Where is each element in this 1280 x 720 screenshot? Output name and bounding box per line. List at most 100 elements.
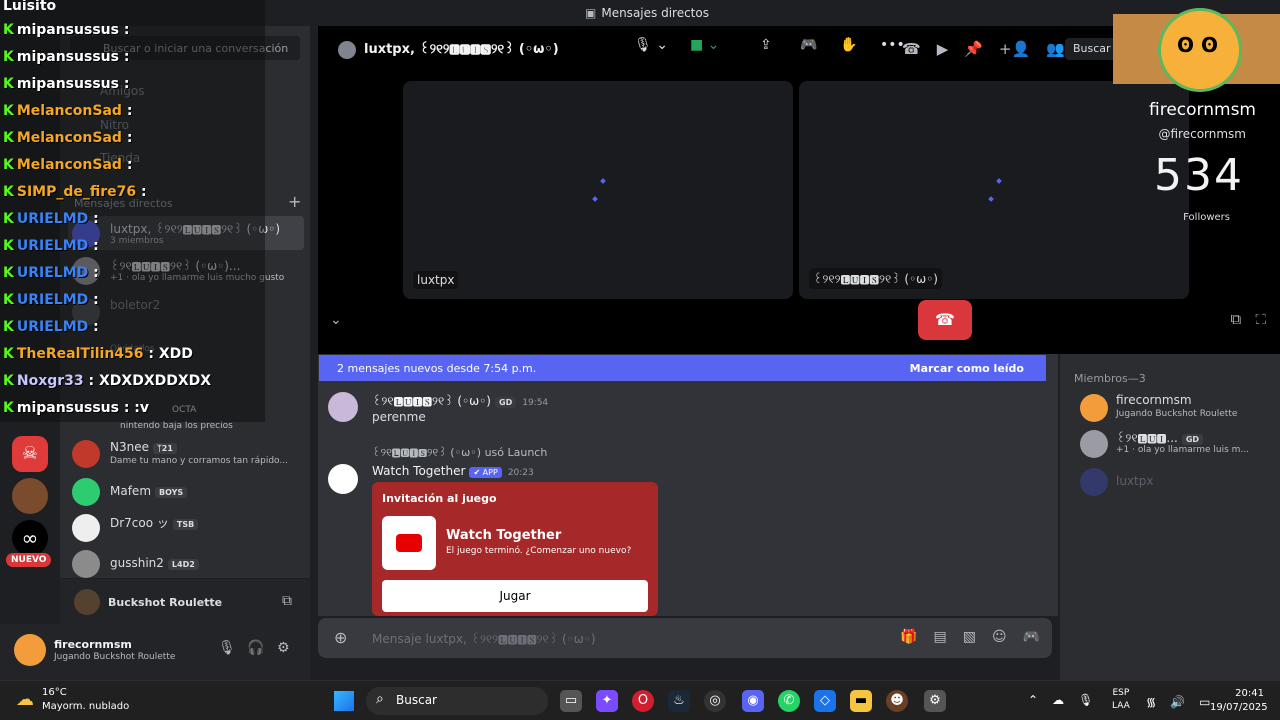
steam-icon[interactable]: ♨ bbox=[668, 690, 690, 712]
member-item[interactable]: luxtpx bbox=[1080, 466, 1276, 502]
chat-username: MelanconSad bbox=[16, 130, 127, 146]
kick-badge-icon: K bbox=[3, 184, 14, 200]
chevron-up-icon[interactable]: ⌃ bbox=[1028, 693, 1038, 707]
cloud-icon[interactable]: ☁ bbox=[1052, 693, 1064, 707]
add-friend-icon[interactable]: +👤 bbox=[999, 40, 1030, 58]
discord-app: Mensajes directos ☠ ∞ NUEVO Buscar o ini… bbox=[0, 0, 1280, 680]
hang-up-button[interactable]: ☎ bbox=[918, 300, 972, 340]
popout-fullscreen-icons[interactable]: ⧉ ⛶ bbox=[1230, 310, 1266, 328]
phone-icon[interactable]: ☎ bbox=[902, 40, 921, 58]
chat-username: mipansussus bbox=[16, 22, 124, 38]
server-icon-red[interactable]: ☠ bbox=[12, 436, 48, 472]
app-icon[interactable]: ◇ bbox=[814, 690, 836, 712]
copilot-icon[interactable]: ✦ bbox=[596, 690, 618, 712]
server-icon-infinity[interactable]: ∞ bbox=[12, 520, 48, 556]
sticker-icon[interactable]: ▧ bbox=[963, 629, 976, 645]
share-screen-icon[interactable]: ⇪ bbox=[760, 26, 772, 64]
attach-plus-icon[interactable]: ⊕ bbox=[334, 628, 347, 647]
chat-username: URIELMD bbox=[16, 292, 94, 308]
settings-icon[interactable]: ⚙ bbox=[924, 690, 946, 712]
new-dm-plus-icon[interactable]: + bbox=[288, 192, 301, 211]
more-icon[interactable]: ••• bbox=[880, 26, 905, 64]
video-tile[interactable]: ꒰୨୧୨🅻🆄🅸🆂୨୧꒱ (◦ω◦) bbox=[799, 81, 1189, 299]
chat-text: : :v bbox=[123, 400, 150, 416]
task-view-icon[interactable]: ▭ bbox=[560, 690, 582, 712]
chat-text: : XDD bbox=[148, 346, 193, 362]
mark-read-button[interactable]: Marcar como leído bbox=[910, 362, 1024, 375]
soundboard-icon[interactable]: ✋ bbox=[840, 26, 857, 64]
new-messages-text: 2 mensajes nuevos desde 7:54 p.m. bbox=[337, 362, 537, 375]
temperature: 16°C bbox=[42, 687, 67, 698]
headphones-icon[interactable]: 🎧 bbox=[247, 640, 264, 656]
opera-icon[interactable]: O bbox=[632, 690, 654, 712]
video-icon[interactable]: ▶ bbox=[937, 40, 949, 58]
clock[interactable]: 20:41 19/07/2025 bbox=[1210, 687, 1268, 715]
discord-icon[interactable]: ◉ bbox=[742, 690, 764, 712]
pin-icon[interactable]: 📌 bbox=[964, 40, 983, 58]
user-avatar[interactable] bbox=[14, 634, 46, 666]
user-avatar bbox=[72, 514, 100, 542]
chat-line: K SIMP_de_fire76 : bbox=[3, 184, 147, 200]
user-status: Jugando Buckshot Roulette bbox=[54, 652, 176, 662]
microphone-icon[interactable]: 🎙 bbox=[218, 640, 236, 656]
loading-dot bbox=[600, 178, 606, 184]
emoji-icon[interactable]: ☺ bbox=[992, 629, 1007, 645]
gif-icon[interactable]: ▤ bbox=[933, 629, 946, 645]
system-tray: ⌃ ☁ 🎙 bbox=[1028, 693, 1107, 707]
message-author[interactable]: ꒰୨୧🅻🆄🅸🆂୨୧꒱ (◦ω◦) GD 19:54 bbox=[372, 392, 548, 409]
whatsapp-icon[interactable]: ✆ bbox=[778, 690, 800, 712]
activity-panel[interactable]: Buckshot Roulette ⧉ bbox=[60, 578, 310, 624]
user-name: firecornmsm bbox=[54, 638, 132, 651]
mic-tray-icon[interactable]: 🎙 bbox=[1078, 693, 1093, 707]
screen-share-icon[interactable]: ⧉ bbox=[282, 593, 292, 609]
camera-button[interactable]: ■ ⌄ bbox=[690, 26, 719, 64]
message-composer[interactable]: ⊕ Mensaje luxtpx, ꒰୨୧୨🅻🆄🅸🆂୨୧꒱ (◦ω◦) 🎁 ▤ ▧ ☺… bbox=[318, 618, 1052, 658]
windows-taskbar: ☁ 16°C Mayorm. nublado Buscar ▭ ✦ O ♨ ◎ … bbox=[0, 680, 1280, 720]
dm-name: N3nee ᛉ21 bbox=[110, 440, 177, 454]
new-messages-bar[interactable]: 2 mensajes nuevos desde 7:54 p.m. Marcar… bbox=[319, 355, 1046, 381]
settings-gear-icon[interactable]: ⚙ bbox=[277, 640, 290, 656]
member-item[interactable]: firecornmsm Jugando Buckshot Roulette bbox=[1080, 392, 1276, 428]
video-tile[interactable]: luxtpx bbox=[403, 81, 793, 299]
chat-username: TheRealTilin456 bbox=[16, 346, 149, 362]
game-app-icon[interactable]: ☻ bbox=[886, 690, 908, 712]
member-item[interactable]: ꒰୨୧🅻🆄🅸... GD +1 · ola yo llamarme luis m.… bbox=[1080, 428, 1276, 464]
window-title: Mensajes directos bbox=[585, 6, 709, 20]
loading-dot bbox=[988, 196, 994, 202]
chat-line: K TheRealTilin456 : XDD bbox=[3, 346, 193, 362]
taskbar-search[interactable]: Buscar bbox=[366, 687, 548, 715]
chevron-down-icon[interactable]: ⌄ bbox=[330, 312, 342, 328]
user-avatar bbox=[72, 478, 100, 506]
message-avatar[interactable] bbox=[328, 392, 358, 422]
dm-item[interactable]: Dr7coo ッ TSB bbox=[72, 512, 302, 546]
chat-line: K Noxgr33 : XDXDXDDXDX bbox=[3, 373, 211, 389]
members-icon[interactable]: 👥 bbox=[1046, 40, 1065, 58]
mic-button[interactable]: 🎙 ⌄ bbox=[634, 26, 668, 64]
chat-line: Kmipansussus : bbox=[3, 22, 129, 38]
streamer-name: Luisito bbox=[3, 0, 57, 14]
server-icon-face[interactable] bbox=[12, 478, 48, 514]
gift-icon[interactable]: 🎁 bbox=[900, 629, 917, 645]
youtube-app-avatar[interactable] bbox=[328, 464, 358, 494]
chrome-icon[interactable]: ◎ bbox=[704, 690, 726, 712]
chat-text: : XDXDXDDXDX bbox=[88, 373, 212, 389]
dm-item[interactable]: Mafem BOYS bbox=[72, 476, 302, 510]
play-button[interactable]: Jugar bbox=[382, 580, 648, 612]
activity-icon[interactable]: 🎮 bbox=[1023, 629, 1040, 645]
dm-item[interactable]: N3nee ᛉ21 Dame tu mano y corramos tan ráp… bbox=[72, 438, 302, 472]
gamepad-icon[interactable]: 🎮 bbox=[800, 26, 817, 64]
file-explorer-icon[interactable]: ▬ bbox=[850, 690, 872, 712]
windows-start-icon[interactable] bbox=[334, 691, 354, 711]
chat-text: : bbox=[141, 184, 147, 200]
chat-line: K URIELMD : bbox=[3, 319, 99, 335]
dm-item[interactable]: gusshin2 L4D2 bbox=[72, 548, 302, 582]
user-avatar bbox=[72, 440, 100, 468]
reply-context[interactable]: ꒰୨୧🅻🆄🅸🆂୨୧꒱ (◦ω◦) usó Launch bbox=[372, 444, 547, 460]
wifi-icon: ᯾ bbox=[1146, 695, 1157, 709]
embed-subtitle: El juego terminó. ¿Comenzar uno nuevo? bbox=[446, 546, 632, 556]
language-indicator[interactable]: ESP LAA bbox=[1112, 687, 1130, 713]
streamer-avatar bbox=[1158, 8, 1242, 92]
dm-name: Dr7coo ッ TSB bbox=[110, 514, 199, 531]
user-panel: firecornmsm Jugando Buckshot Roulette 🎙 … bbox=[0, 624, 310, 680]
message-author[interactable]: Watch Together ✔ APP 20:23 bbox=[372, 464, 534, 478]
